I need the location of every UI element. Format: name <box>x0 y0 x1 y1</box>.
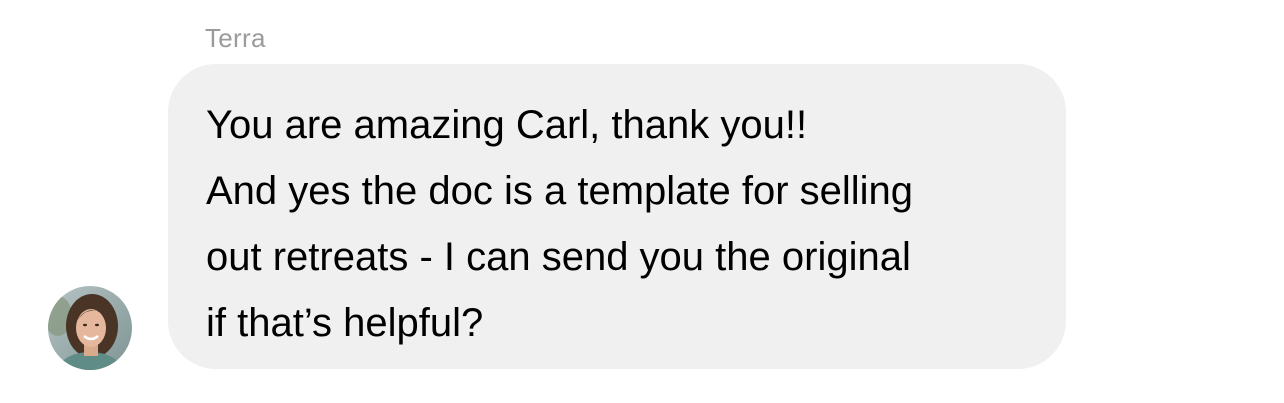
avatar[interactable] <box>48 286 132 370</box>
message-text: You are amazing Carl, thank you!! And ye… <box>206 92 1028 356</box>
message-bubble[interactable]: You are amazing Carl, thank you!! And ye… <box>168 64 1066 369</box>
message-line: And yes the doc is a template for sellin… <box>206 169 914 213</box>
message-line: You are amazing Carl, thank you!! <box>206 103 808 147</box>
user-photo-avatar-icon <box>48 286 132 370</box>
message-line: out retreats - I can send you the origin… <box>206 235 911 279</box>
message-line: if that’s helpful? <box>206 301 484 345</box>
sender-name: Terra <box>205 23 266 53</box>
